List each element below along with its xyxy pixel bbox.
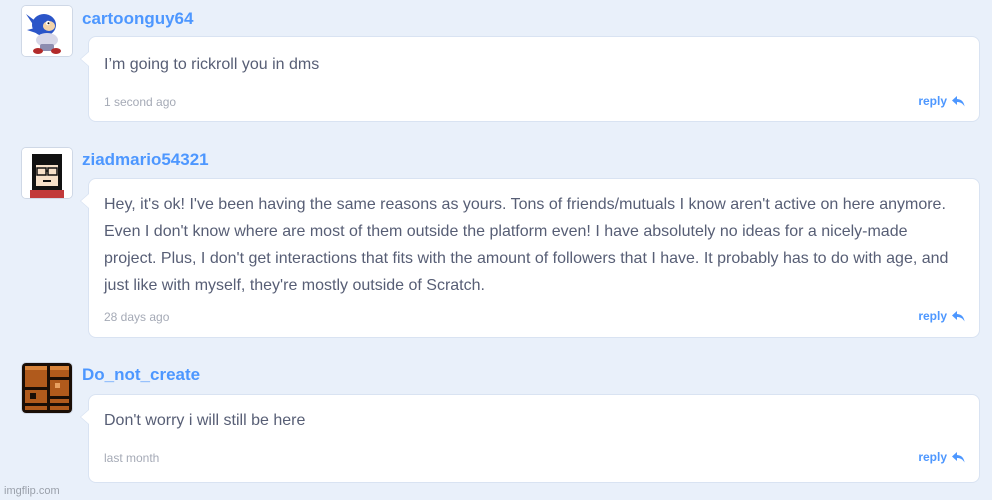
- comment-username[interactable]: ziadmario54321: [82, 150, 209, 170]
- reply-button[interactable]: reply: [918, 309, 965, 323]
- reply-arrow-icon: [952, 95, 965, 106]
- comment-timestamp: 28 days ago: [104, 310, 170, 324]
- comment-item: Do_not_create Don't worry i will still b…: [0, 355, 992, 485]
- reply-arrow-icon: [952, 451, 965, 462]
- comment-text: Don't worry i will still be here: [104, 412, 306, 429]
- avatar-image-icon: [22, 363, 72, 413]
- comment-item: ziadmario54321 Hey, it's ok! I've been h…: [0, 140, 992, 340]
- comment-username[interactable]: cartoonguy64: [82, 9, 193, 29]
- reply-label: reply: [918, 94, 947, 108]
- comment-timestamp: 1 second ago: [104, 95, 177, 109]
- avatar-image-icon: [22, 148, 72, 198]
- comment-bubble: Hey, it's ok! I've been having the same …: [80, 178, 980, 338]
- watermark: imgflip.com: [4, 485, 60, 497]
- avatar[interactable]: [22, 363, 72, 413]
- reply-label: reply: [918, 309, 947, 323]
- comment-item: cartoonguy64 I’m going to rickroll you i…: [0, 0, 992, 130]
- comment-text: I’m going to rickroll you in dms: [104, 56, 320, 73]
- comment-timestamp: last month: [104, 451, 160, 465]
- avatar[interactable]: [22, 6, 72, 56]
- avatar-image-icon: [22, 6, 72, 56]
- reply-button[interactable]: reply: [918, 450, 965, 464]
- comment-username[interactable]: Do_not_create: [82, 365, 200, 385]
- avatar[interactable]: [22, 148, 72, 198]
- comment-text: Hey, it's ok! I've been having the same …: [104, 196, 949, 294]
- comment-bubble: I’m going to rickroll you in dms 1 secon…: [80, 36, 980, 122]
- comment-bubble: Don't worry i will still be here last mo…: [80, 394, 980, 483]
- reply-label: reply: [918, 450, 947, 464]
- reply-button[interactable]: reply: [918, 94, 965, 108]
- reply-arrow-icon: [952, 310, 965, 321]
